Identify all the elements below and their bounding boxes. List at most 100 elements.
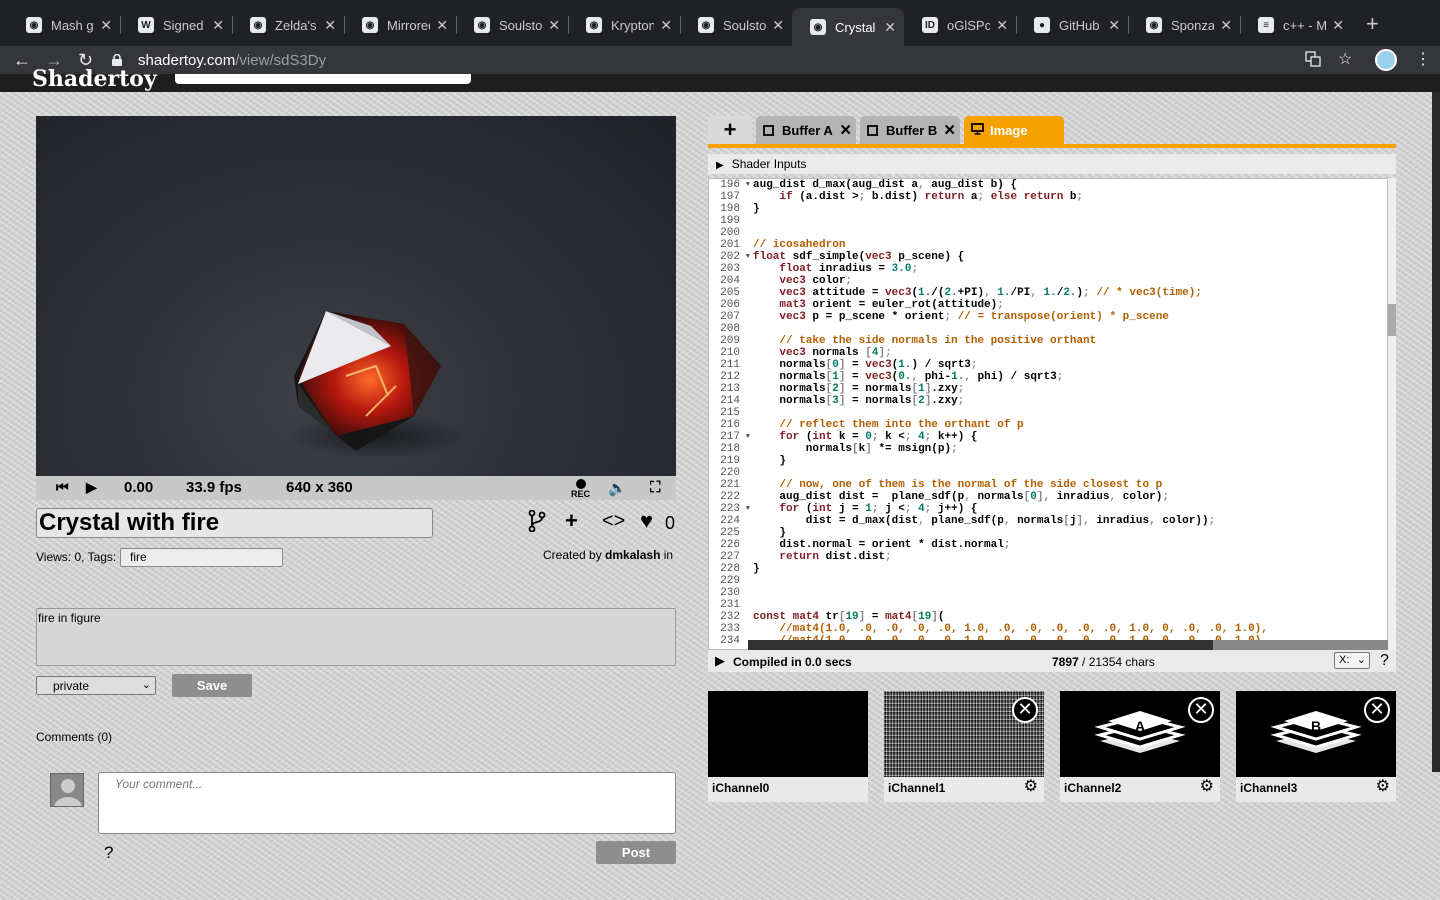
new-tab-button[interactable]: +	[1366, 13, 1379, 35]
editor-help-icon[interactable]: ?	[1380, 652, 1389, 670]
close-icon[interactable]: ✕	[100, 17, 112, 34]
embed-code-icon[interactable]: <>	[602, 510, 625, 532]
close-icon[interactable]: ✕	[1012, 697, 1038, 723]
browser-menu-icon[interactable]: ⋮	[1415, 51, 1431, 69]
channel-1[interactable]: ✕ iChannel1 ⚙	[884, 691, 1044, 802]
close-icon[interactable]: ✕	[660, 17, 672, 34]
fullscreen-icon[interactable]: ⛶	[650, 479, 661, 496]
line-number: 207	[709, 311, 749, 323]
code-line: }	[753, 203, 760, 215]
fold-caret-icon[interactable]: ▼	[746, 431, 750, 443]
fork-icon[interactable]	[528, 509, 546, 536]
shader-preview-canvas[interactable]	[36, 116, 676, 476]
editor-horizontal-scrollbar[interactable]	[748, 640, 1388, 650]
back-icon[interactable]: ←	[13, 50, 31, 70]
channel-label: iChannel2	[1064, 781, 1122, 795]
shader-title-input[interactable]: Crystal with fire	[36, 508, 433, 538]
privacy-select[interactable]: private ⌄	[36, 676, 156, 695]
channel-3[interactable]: B ✕ iChannel3 ⚙	[1236, 691, 1396, 802]
browser-tab[interactable]: ≡ c++ - Mu ✕	[1240, 8, 1352, 42]
compile-status: Compiled in 0.0 secs	[733, 655, 852, 669]
play-icon[interactable]: ▶	[86, 479, 97, 496]
site-search-input[interactable]	[175, 74, 471, 84]
line-number: 223 ▼	[709, 503, 750, 515]
volume-icon[interactable]: 🔈	[608, 479, 627, 497]
browser-tab[interactable]: ◉ Mash gr ✕	[8, 8, 120, 42]
description-textarea[interactable]: fire in figure	[36, 608, 676, 666]
close-icon[interactable]: ✕	[1220, 17, 1232, 34]
close-icon[interactable]: ✕	[943, 121, 956, 139]
save-button[interactable]: Save	[172, 674, 252, 697]
fold-caret-icon[interactable]: ▼	[746, 179, 750, 191]
compile-icon[interactable]: ▶	[715, 653, 725, 669]
rewind-icon[interactable]: ⏮	[56, 479, 69, 496]
tags-input[interactable]: fire	[120, 548, 283, 567]
close-icon[interactable]: ✕	[1108, 17, 1120, 34]
tab-buffer-b[interactable]: Buffer B ✕	[860, 116, 960, 144]
channel-0-preview[interactable]	[708, 691, 868, 777]
close-icon[interactable]: ✕	[1188, 697, 1214, 723]
comment-help-icon[interactable]: ?	[104, 843, 113, 863]
browser-tab[interactable]: ID oGlSPc - ✕	[904, 8, 1016, 42]
line-number: 203	[709, 263, 749, 275]
code-lines[interactable]: aug_dist d_max(aug_dist a, aug_dist b) {…	[753, 179, 1387, 647]
close-icon[interactable]: ✕	[1332, 17, 1344, 34]
fold-caret-icon[interactable]: ▼	[746, 503, 750, 515]
comment-input[interactable]: Your comment...	[98, 772, 676, 834]
line-number: 198	[709, 203, 749, 215]
browser-tab[interactable]: ◉ Soulston ✕	[680, 8, 792, 42]
page-scrollbar[interactable]	[1432, 92, 1440, 772]
shader-inputs-toggle[interactable]: ▶ Shader Inputs	[708, 154, 1396, 174]
code-line: }	[753, 563, 760, 575]
tab-label: Buffer A	[782, 122, 833, 138]
close-icon[interactable]: ✕	[772, 17, 784, 34]
line-number-text: 199	[720, 215, 740, 227]
code-editor[interactable]: 196 ▼ 197 198 199 200 201 202 ▼ 203 204 205 206 207 20…	[708, 178, 1388, 650]
rec-label: REC	[571, 489, 591, 499]
scrollbar-thumb[interactable]	[1213, 640, 1388, 650]
tab-image[interactable]: Image	[964, 116, 1064, 144]
post-button[interactable]: Post	[596, 841, 676, 864]
channel-0[interactable]: iChannel0	[708, 691, 868, 802]
close-icon[interactable]: ✕	[996, 17, 1008, 34]
editor-vertical-scrollbar[interactable]	[1388, 178, 1396, 650]
gear-icon[interactable]: ⚙	[1024, 779, 1038, 795]
browser-tab[interactable]: ◉ Sponza | ✕	[1128, 8, 1240, 42]
close-icon[interactable]: ✕	[324, 17, 336, 34]
channel-2[interactable]: A ✕ iChannel2 ⚙	[1060, 691, 1220, 802]
bookmark-star-icon[interactable]: ☆	[1338, 51, 1352, 69]
shadertoy-logo[interactable]: Shadertoy	[32, 66, 157, 92]
browser-tab[interactable]: ◉ Crystal v ✕	[792, 8, 904, 46]
browser-tab[interactable]: ◉ Zelda's l ✕	[232, 8, 344, 42]
address-bar[interactable]: shadertoy.com/view/sdS3Dy	[110, 46, 1360, 74]
close-icon[interactable]: ✕	[884, 19, 896, 36]
browser-tab[interactable]: ◉ Kryptoni ✕	[568, 8, 680, 42]
line-number-text: 213	[720, 383, 740, 395]
browser-tab[interactable]: ◉ Soulston ✕	[456, 8, 568, 42]
profile-avatar[interactable]	[1375, 49, 1397, 71]
browser-tab[interactable]: W Signed d ✕	[120, 8, 232, 42]
close-icon[interactable]: ✕	[436, 17, 448, 34]
browser-tab[interactable]: ● GitHub - ✕	[1016, 8, 1128, 42]
close-icon[interactable]: ✕	[548, 17, 560, 34]
close-icon[interactable]: ✕	[1364, 697, 1390, 723]
author-link[interactable]: dmkalash	[605, 548, 660, 562]
line-number-text: 225	[720, 527, 740, 539]
line-number-text: 214	[720, 395, 740, 407]
gear-icon[interactable]: ⚙	[1376, 779, 1390, 795]
like-heart-icon[interactable]: ♥	[640, 510, 653, 532]
line-number: 214	[709, 395, 749, 407]
line-number-text: 212	[720, 371, 740, 383]
fold-caret-icon[interactable]: ▼	[746, 251, 750, 263]
font-size-select[interactable]: X: ⌄	[1334, 652, 1370, 669]
browser-tab[interactable]: ◉ Mirrored ✕	[344, 8, 456, 42]
add-tab-button[interactable]: +	[708, 116, 752, 144]
tab-label: Image	[990, 122, 1028, 138]
add-playlist-icon[interactable]: +	[565, 510, 578, 532]
scrollbar-thumb[interactable]	[1388, 304, 1396, 336]
close-icon[interactable]: ✕	[839, 121, 852, 139]
gear-icon[interactable]: ⚙	[1200, 779, 1214, 795]
translate-icon[interactable]	[1305, 51, 1321, 72]
close-icon[interactable]: ✕	[212, 17, 224, 34]
tab-buffer-a[interactable]: Buffer A ✕	[756, 116, 856, 144]
